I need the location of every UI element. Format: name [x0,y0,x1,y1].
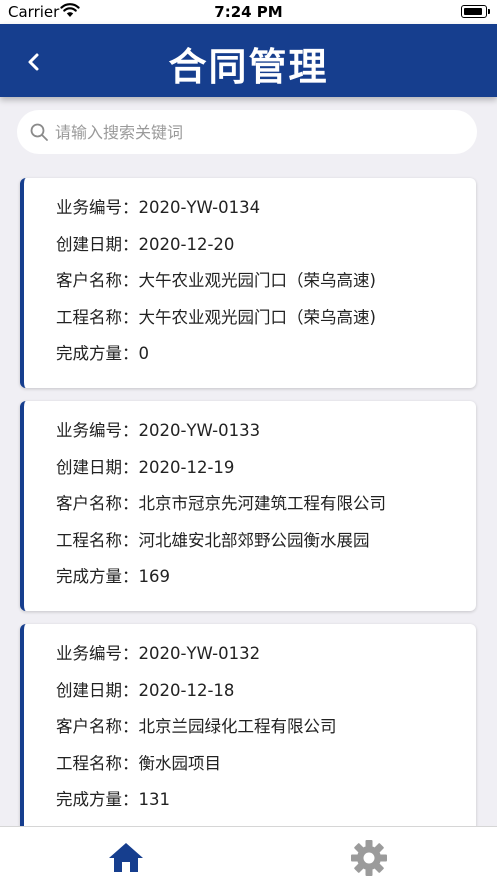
status-bar: Carrier 7:24 PM [0,0,497,24]
project-name-label: 工程名称： [56,307,139,327]
project-name-label: 工程名称： [56,530,139,550]
project-name-row: 工程名称：河北雄安北部郊野公园衡水展园 [56,527,476,564]
completed-qty-value: 131 [138,790,171,809]
completed-qty-label: 完成方量： [56,344,139,363]
completed-qty-label: 完成方量： [56,567,139,586]
created-date-value: 2020-12-19 [138,457,235,477]
created-date-label: 创建日期： [56,457,139,477]
created-date-label: 创建日期： [56,234,139,254]
business-no-value: 2020-YW-0133 [138,421,261,440]
customer-name-label: 客户名称： [56,494,139,513]
home-icon[interactable] [106,840,146,874]
search-icon [29,122,49,142]
business-no-row: 业务编号：2020-YW-0132 [56,640,476,677]
gear-icon[interactable] [350,839,388,877]
customer-name-row: 客户名称：北京市冠京先河建筑工程有限公司 [56,490,476,527]
completed-qty-row: 完成方量：169 [56,563,476,600]
business-no-row: 业务编号：2020-YW-0133 [56,417,476,454]
completed-qty-value: 169 [138,567,171,586]
battery-icon [461,5,490,18]
created-date-row: 创建日期：2020-12-20 [56,231,476,268]
completed-qty-row: 完成方量：131 [56,786,476,823]
customer-name-value: 北京市冠京先河建筑工程有限公司 [138,494,387,513]
customer-name-value: 北京兰园绿化工程有限公司 [138,717,337,736]
created-date-row: 创建日期：2020-12-18 [56,677,476,714]
created-date-value: 2020-12-18 [138,680,235,700]
created-date-value: 2020-12-20 [138,234,235,254]
contract-card[interactable]: 业务编号：2020-YW-0134 创建日期：2020-12-20 客户名称：大… [20,178,476,388]
created-date-label: 创建日期： [56,680,139,700]
project-name-row: 工程名称：衡水园项目 [56,750,476,787]
project-name-value: 河北雄安北部郊野公园衡水展园 [138,530,370,550]
project-name-value: 衡水园项目 [138,753,222,773]
tab-bar [0,826,497,883]
contract-card[interactable]: 业务编号：2020-YW-0133 创建日期：2020-12-19 客户名称：北… [20,401,476,611]
contract-card[interactable]: 业务编号：2020-YW-0132 创建日期：2020-12-18 客户名称：北… [20,624,476,834]
business-no-value: 2020-YW-0132 [138,644,261,663]
customer-name-label: 客户名称： [56,271,139,290]
customer-name-label: 客户名称： [56,717,139,736]
business-no-label: 业务编号： [56,198,139,217]
business-no-value: 2020-YW-0134 [138,198,261,217]
created-date-row: 创建日期：2020-12-19 [56,454,476,491]
business-no-label: 业务编号： [56,421,139,440]
completed-qty-value: 0 [138,344,150,363]
search-bar[interactable] [17,110,477,154]
completed-qty-row: 完成方量：0 [56,340,476,377]
search-input[interactable] [55,110,455,154]
contract-list: 业务编号：2020-YW-0134 创建日期：2020-12-20 客户名称：大… [20,178,476,847]
customer-name-value: 大午农业观光园门口（荣乌高速) [138,271,376,290]
project-name-label: 工程名称： [56,753,139,773]
navigation-bar: 合同管理 [0,24,497,97]
customer-name-row: 客户名称：北京兰园绿化工程有限公司 [56,713,476,750]
project-name-row: 工程名称：大午农业观光园门口（荣乌高速) [56,304,476,341]
project-name-value: 大午农业观光园门口（荣乌高速) [138,307,376,327]
completed-qty-label: 完成方量： [56,790,139,809]
customer-name-row: 客户名称：大午农业观光园门口（荣乌高速) [56,267,476,304]
business-no-label: 业务编号： [56,644,139,663]
business-no-row: 业务编号：2020-YW-0134 [56,194,476,231]
page-title: 合同管理 [168,45,329,89]
clock: 7:24 PM [214,3,283,21]
